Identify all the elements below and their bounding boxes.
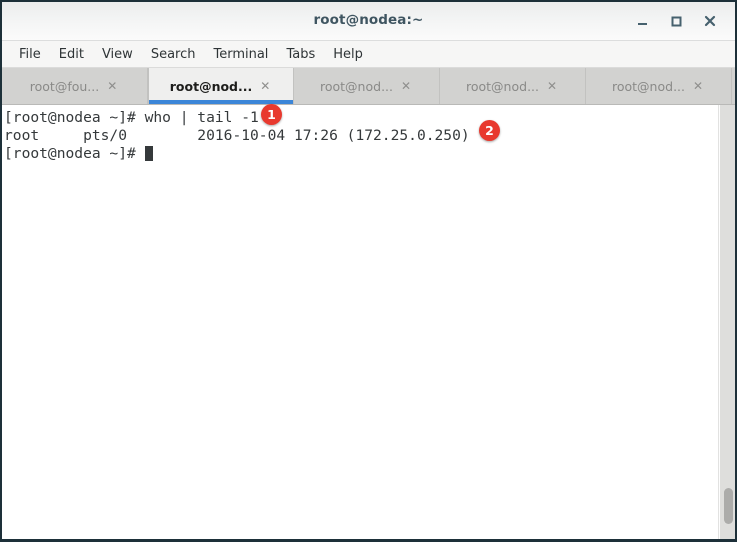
menu-bar: File Edit View Search Terminal Tabs Help bbox=[2, 41, 735, 68]
tab-5[interactable]: root@nod... ✕ bbox=[586, 68, 732, 104]
terminal-line-prompt: [root@nodea ~]# bbox=[4, 145, 718, 163]
menu-item-search[interactable]: Search bbox=[142, 44, 205, 65]
tab-1-label: root@fou... bbox=[29, 78, 100, 94]
terminal-output[interactable]: [root@nodea ~]# who | tail -1 root pts/0… bbox=[2, 105, 718, 539]
tab-4-close-icon[interactable]: ✕ bbox=[545, 80, 559, 92]
tab-1-close-icon[interactable]: ✕ bbox=[105, 80, 119, 92]
tab-3-label: root@nod... bbox=[320, 78, 393, 94]
tab-2-close-icon[interactable]: ✕ bbox=[258, 80, 272, 92]
menu-item-help[interactable]: Help bbox=[324, 44, 372, 65]
tab-3-close-icon[interactable]: ✕ bbox=[399, 80, 413, 92]
menu-item-file[interactable]: File bbox=[10, 44, 50, 65]
title-bar: root@nodea:~ bbox=[2, 2, 735, 41]
tab-4[interactable]: root@nod... ✕ bbox=[440, 68, 586, 104]
terminal-cursor bbox=[144, 146, 154, 161]
minimize-button[interactable] bbox=[625, 6, 659, 36]
tab-4-label: root@nod... bbox=[466, 78, 539, 94]
terminal-line-output: root pts/0 2016-10-04 17:26 (172.25.0.25… bbox=[4, 127, 470, 144]
tab-bar: root@fou... ✕ root@nod... ✕ root@nod... … bbox=[2, 68, 735, 105]
scrollbar-track[interactable] bbox=[720, 105, 735, 539]
maximize-icon bbox=[671, 16, 681, 26]
annotation-badge-2: 2 bbox=[479, 120, 500, 141]
terminal-window: root@nodea:~ File Edit View Search Termi… bbox=[0, 0, 737, 542]
tab-1[interactable]: root@fou... ✕ bbox=[2, 68, 148, 104]
menu-item-view[interactable]: View bbox=[93, 44, 142, 65]
window-controls bbox=[625, 2, 727, 40]
terminal-line-command: [root@nodea ~]# who | tail -1 bbox=[4, 109, 259, 126]
tab-5-label: root@nod... bbox=[612, 78, 685, 94]
tab-2-active[interactable]: root@nod... ✕ bbox=[148, 68, 294, 104]
tab-3[interactable]: root@nod... ✕ bbox=[294, 68, 440, 104]
menu-item-terminal[interactable]: Terminal bbox=[204, 44, 277, 65]
minimize-icon bbox=[637, 22, 647, 25]
maximize-button[interactable] bbox=[659, 6, 693, 36]
prompt-text: [root@nodea ~]# bbox=[4, 145, 145, 162]
terminal-scrollbar[interactable] bbox=[718, 105, 735, 539]
close-icon bbox=[704, 15, 716, 27]
tab-5-close-icon[interactable]: ✕ bbox=[691, 80, 705, 92]
menu-item-tabs[interactable]: Tabs bbox=[277, 44, 324, 65]
menu-item-edit[interactable]: Edit bbox=[50, 44, 93, 65]
annotation-badge-1: 1 bbox=[261, 104, 282, 125]
scrollbar-thumb[interactable] bbox=[724, 488, 733, 524]
close-button[interactable] bbox=[693, 6, 727, 36]
tab-2-label: root@nod... bbox=[169, 78, 253, 94]
terminal-area: [root@nodea ~]# who | tail -1 root pts/0… bbox=[2, 105, 735, 539]
